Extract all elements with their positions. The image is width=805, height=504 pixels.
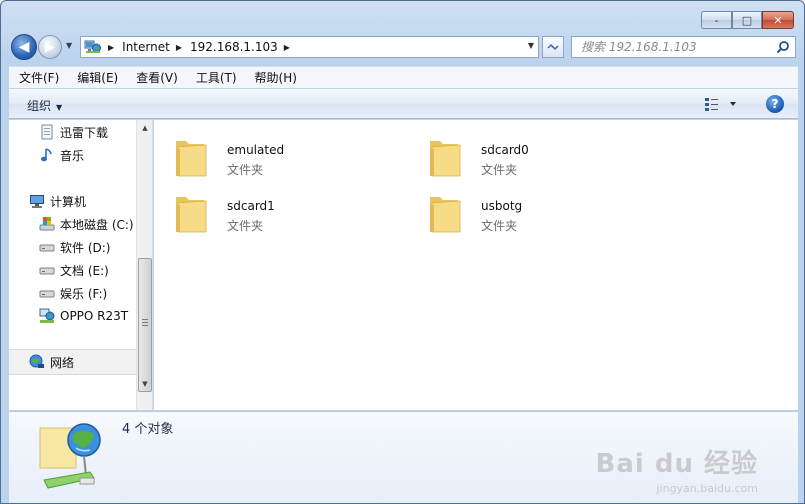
refresh-icon (547, 43, 559, 51)
address-dropdown-icon[interactable]: ▼ (528, 41, 534, 50)
nav-item-drive-e[interactable]: 文档 (E:) (39, 260, 109, 280)
network-device-icon (36, 418, 102, 498)
menu-file[interactable]: 文件(F) (9, 69, 68, 86)
address-row: ◀ ▶ ▼ ▶ Internet ▶ 192.168.1.103 ▶ ▼ (11, 34, 796, 60)
command-bar: 组织 ▼ ? (9, 89, 798, 119)
folder-type: 文件夹 (227, 219, 264, 233)
nav-item-label: 音乐 (60, 148, 85, 163)
scroll-grip-icon (142, 319, 148, 326)
nav-item-label: 网络 (50, 355, 75, 370)
folder-name: usbotg (481, 199, 523, 213)
watermark: Bai du 经验 jingyan.baidu.com (596, 443, 759, 495)
folder-name: emulated (227, 143, 285, 157)
navpane-scrollbar[interactable]: ▲ ▼ (136, 120, 152, 410)
search-input[interactable] (581, 40, 771, 54)
folder-item[interactable]: sdcard0 文件夹 (408, 127, 628, 179)
folder-type: 文件夹 (481, 219, 518, 233)
nav-item-label: 迅雷下载 (60, 125, 109, 140)
device-icon (39, 308, 55, 324)
folder-item[interactable]: sdcard1 文件夹 (154, 183, 374, 235)
nav-item-label: 本地磁盘 (C:) (60, 217, 134, 232)
folder-icon (174, 135, 208, 177)
explorer-window: - □ ✕ ◀ ▶ ▼ ▶ Internet ▶ 192.168.1.103 ▶… (0, 0, 805, 504)
menu-help[interactable]: 帮助(H) (246, 69, 306, 86)
folder-item[interactable]: emulated 文件夹 (154, 127, 374, 179)
item-count: 4 个对象 (122, 422, 174, 437)
menu-edit[interactable]: 编辑(E) (68, 69, 127, 86)
folder-icon (428, 135, 462, 177)
menu-view[interactable]: 查看(V) (127, 69, 187, 86)
crumb-internet[interactable]: Internet (122, 40, 170, 54)
nav-item-label: OPPO R23T (60, 309, 129, 323)
crumb-separator-icon[interactable]: ▶ (284, 43, 290, 52)
drive-icon (39, 285, 55, 301)
folder-type: 文件夹 (227, 163, 264, 177)
menu-tools[interactable]: 工具(T) (187, 69, 246, 86)
crumb-separator-icon[interactable]: ▶ (108, 43, 114, 52)
folder-icon (174, 191, 208, 233)
document-icon (39, 124, 55, 140)
maximize-button[interactable]: □ (732, 11, 762, 29)
view-details-icon (705, 98, 736, 111)
search-box (571, 36, 796, 58)
drive-icon (39, 239, 55, 255)
network-icon (29, 354, 45, 370)
folder-name: sdcard1 (227, 199, 275, 213)
crumb-separator-icon[interactable]: ▶ (176, 43, 182, 52)
refresh-button[interactable] (542, 36, 564, 58)
nav-item-label: 娱乐 (F:) (60, 286, 108, 301)
nav-item-network[interactable]: 网络 (29, 352, 74, 372)
nav-item-label: 文档 (E:) (60, 263, 109, 278)
scroll-down-icon[interactable]: ▼ (137, 376, 152, 392)
menu-bar: 文件(F) 编辑(E) 查看(V) 工具(T) 帮助(H) (9, 66, 798, 88)
music-icon (39, 147, 55, 163)
chevron-down-icon: ▼ (56, 103, 63, 112)
nav-item-computer[interactable]: 计算机 (29, 191, 86, 211)
nav-item-label: 计算机 (50, 194, 87, 209)
recent-pages-dropdown[interactable]: ▼ (66, 41, 76, 53)
nav-item-xunlei[interactable]: 迅雷下载 (39, 122, 108, 142)
change-view-button[interactable] (704, 96, 744, 112)
close-button[interactable]: ✕ (762, 11, 794, 29)
nav-item-oppo[interactable]: OPPO R23T (39, 306, 128, 326)
folder-type: 文件夹 (481, 163, 518, 177)
organize-label: 组织 (27, 99, 52, 113)
drive-icon (39, 262, 55, 278)
address-bar[interactable]: ▶ Internet ▶ 192.168.1.103 ▶ ▼ (80, 36, 539, 58)
scroll-up-icon[interactable]: ▲ (137, 120, 152, 136)
computer-icon (29, 193, 45, 209)
network-location-icon (84, 39, 102, 55)
scroll-thumb[interactable] (138, 258, 152, 392)
folder-name: sdcard0 (481, 143, 529, 157)
nav-item-drive-d[interactable]: 软件 (D:) (39, 237, 110, 257)
nav-item-music[interactable]: 音乐 (39, 145, 84, 165)
details-pane: 4 个对象 Bai du 经验 jingyan.baidu.com (9, 411, 798, 503)
folder-icon (428, 191, 462, 233)
caption-buttons: - □ ✕ (701, 11, 794, 29)
organize-button[interactable]: 组织 ▼ (27, 97, 62, 114)
system-drive-icon (39, 216, 55, 232)
nav-item-drive-f[interactable]: 娱乐 (F:) (39, 283, 107, 303)
crumb-host[interactable]: 192.168.1.103 (190, 40, 278, 54)
navigation-pane: 迅雷下载 音乐 计算机 本地磁盘 (C:) 软件 (D:) 文档 (E:) 娱乐… (9, 120, 153, 410)
file-list: emulated 文件夹 sdcard0 文件夹 sdcard1 文件夹 usb… (154, 120, 798, 410)
help-button[interactable]: ? (766, 95, 784, 113)
back-button[interactable]: ◀ (11, 34, 37, 60)
folder-item[interactable]: usbotg 文件夹 (408, 183, 628, 235)
nav-item-drive-c[interactable]: 本地磁盘 (C:) (39, 214, 134, 234)
forward-button[interactable]: ▶ (38, 35, 62, 59)
nav-item-label: 软件 (D:) (60, 240, 111, 255)
search-icon[interactable] (776, 40, 790, 54)
watermark-logo: Bai du 经验 (595, 449, 758, 479)
minimize-button[interactable]: - (701, 11, 732, 29)
watermark-url: jingyan.baidu.com (656, 482, 758, 495)
